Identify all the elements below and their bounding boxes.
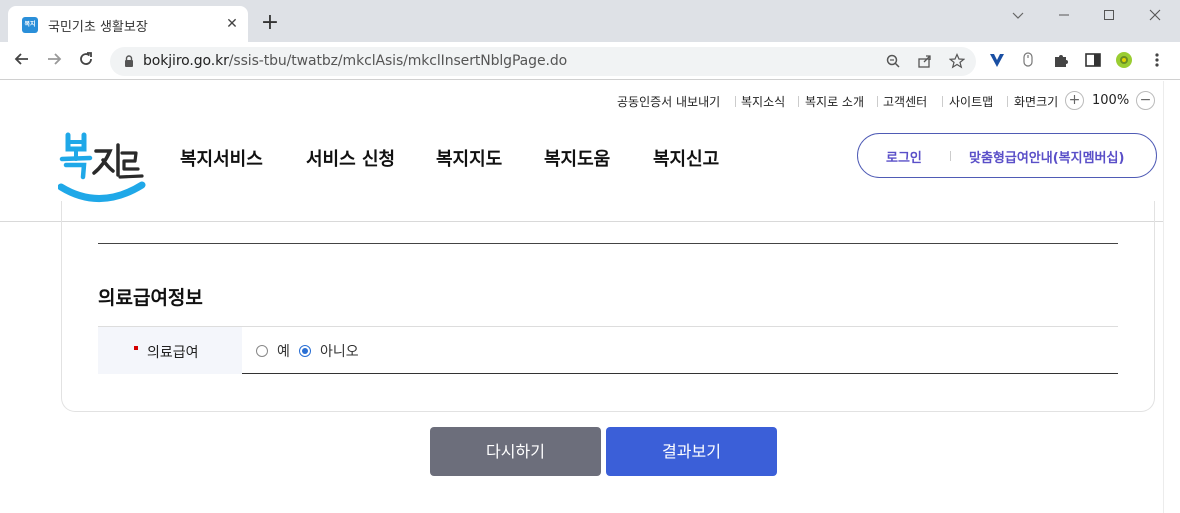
util-divider	[877, 96, 878, 107]
address-bar[interactable]: bokjiro.go.kr/ssis-tbu/twatbz/mkclAsis/m…	[110, 47, 976, 76]
minimize-button[interactable]	[1041, 4, 1087, 30]
radio-no[interactable]	[299, 345, 311, 357]
gnb-welfare-report[interactable]: 복지신고	[653, 145, 719, 171]
util-divider	[1007, 96, 1008, 107]
mouse-extension-icon[interactable]	[1018, 51, 1038, 71]
maximize-button[interactable]	[1086, 4, 1132, 30]
gnb-service-apply[interactable]: 서비스 신청	[306, 145, 395, 171]
close-tab-icon[interactable]: ✕	[222, 14, 242, 34]
bookmark-star-icon[interactable]	[948, 53, 966, 71]
zoom-magnifier-icon[interactable]	[884, 53, 902, 71]
more-menu-icon[interactable]	[1147, 51, 1167, 71]
page-scrollbar[interactable]	[1163, 81, 1180, 513]
side-panel-icon[interactable]	[1083, 51, 1103, 71]
view-result-button[interactable]: 결과보기	[606, 427, 777, 476]
util-divider	[942, 96, 943, 107]
util-link-sitemap[interactable]: 사이트맵	[949, 93, 993, 110]
field-label: 의료급여	[147, 345, 199, 361]
util-divider	[735, 96, 736, 107]
util-link-cert-export[interactable]: 공동인증서 내보내기	[617, 93, 720, 110]
reset-button[interactable]: 다시하기	[430, 427, 601, 476]
radio-yes[interactable]	[256, 345, 268, 357]
section-divider	[98, 243, 1118, 244]
lock-icon[interactable]	[122, 54, 136, 68]
extension-v-icon[interactable]	[987, 51, 1007, 71]
gnb-welfare-service[interactable]: 복지서비스	[180, 145, 263, 171]
util-link-news[interactable]: 복지소식	[741, 93, 785, 110]
login-link[interactable]: 로그인	[886, 147, 922, 166]
util-link-about[interactable]: 복지로 소개	[805, 93, 864, 110]
zoom-in-button[interactable]: +	[1065, 91, 1084, 110]
browser-toolbar: bokjiro.go.kr/ssis-tbu/twatbz/mkclAsis/m…	[0, 42, 1180, 80]
util-link-support[interactable]: 고객센터	[883, 93, 927, 110]
profile-avatar-icon[interactable]	[1114, 51, 1134, 71]
browser-tab[interactable]: 복지 국민기초 생활보장 ✕	[8, 6, 248, 42]
site-favicon-icon: 복지	[22, 17, 38, 33]
membership-link[interactable]: 맞춤형급여안내(복지멤버십)	[969, 147, 1124, 166]
close-window-button[interactable]	[1132, 4, 1178, 30]
field-header-cell: 의료급여	[98, 327, 242, 374]
member-box: 로그인 맞춤형급여안내(복지멤버십)	[857, 133, 1157, 178]
zoom-label: 화면크기	[1014, 95, 1059, 109]
gnb-welfare-help[interactable]: 복지도움	[544, 145, 610, 171]
share-icon[interactable]	[916, 53, 934, 71]
tab-search-icon[interactable]	[995, 4, 1041, 30]
member-divider	[950, 151, 951, 161]
zoom-out-button[interactable]: −	[1136, 91, 1155, 110]
tab-title: 국민기초 생활보장	[48, 20, 148, 35]
section-title: 의료급여정보	[98, 287, 203, 309]
url-text[interactable]: bokjiro.go.kr/ssis-tbu/twatbz/mkclAsis/m…	[143, 53, 567, 69]
web-page: 공동인증서 내보내기 복지소식 복지로 소개 고객센터 사이트맵 화면크기 + …	[0, 81, 1163, 513]
browser-tab-strip: 복지 국민기초 생활보장 ✕ +	[0, 0, 1180, 42]
new-tab-button[interactable]: +	[258, 12, 282, 36]
utility-nav: 공동인증서 내보내기 복지소식 복지로 소개 고객센터 사이트맵 화면크기 + …	[0, 91, 1163, 113]
reload-icon[interactable]	[74, 50, 98, 72]
form-card	[61, 201, 1155, 412]
gnb-welfare-map[interactable]: 복지지도	[436, 145, 502, 171]
util-divider	[798, 96, 799, 107]
form-table: 의료급여 예 아니오	[98, 326, 1118, 374]
back-arrow-icon[interactable]	[10, 50, 34, 72]
forward-arrow-icon[interactable]	[42, 50, 66, 72]
radio-no-label[interactable]: 아니오	[320, 341, 359, 361]
required-mark-icon	[134, 346, 138, 350]
bokjiro-logo[interactable]	[57, 129, 148, 209]
puzzle-icon[interactable]	[1051, 51, 1071, 71]
zoom-value: 100%	[1092, 93, 1130, 108]
radio-yes-label[interactable]: 예	[277, 341, 290, 361]
